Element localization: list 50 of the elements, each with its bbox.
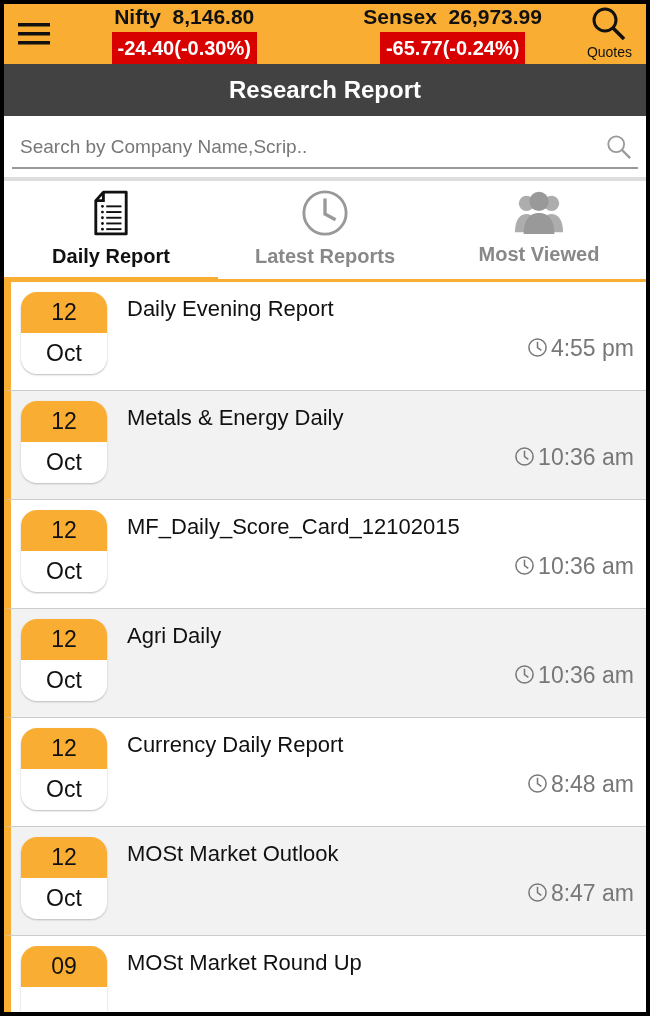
menu-button[interactable]: [18, 21, 50, 47]
report-title: MOSt Market Round Up: [127, 948, 363, 977]
date-day: 12: [21, 400, 107, 442]
report-time: 4:55 pm: [550, 333, 634, 363]
index-value: Sensex 26,973.99: [363, 4, 542, 30]
date-day: 12: [21, 836, 107, 878]
document-icon: [92, 188, 130, 237]
report-row[interactable]: 12 Oct Agri Daily 10:36 am: [4, 608, 646, 718]
report-title: MF_Daily_Score_Card_12102015: [127, 512, 461, 541]
clock-icon: [514, 555, 536, 577]
date-month: Oct: [45, 774, 83, 804]
report-row[interactable]: 09 MOSt Market Round Up: [4, 935, 646, 1012]
page-title: Research Report: [4, 64, 646, 117]
tab[interactable]: Latest Reports: [218, 180, 432, 282]
date-day: 12: [21, 291, 107, 333]
report-row[interactable]: 12 Oct Metals & Energy Daily 10:36 am: [4, 390, 646, 500]
report-time: 10:36 am: [538, 442, 634, 472]
index-change: -65.77(-0.24%): [379, 32, 526, 65]
date-day: 09: [21, 945, 107, 987]
report-time: 8:47 am: [550, 878, 634, 908]
search-icon: [606, 134, 632, 161]
report-title: Agri Daily: [127, 621, 223, 650]
index-change: -24.40(-0.30%): [111, 32, 257, 65]
date-month: Oct: [45, 883, 83, 913]
quotes-button[interactable]: Quotes: [586, 5, 632, 63]
clock-icon: [526, 773, 548, 795]
clock-icon: [301, 188, 349, 237]
tab[interactable]: Most Viewed: [432, 180, 646, 282]
report-time: 8:48 am: [550, 769, 634, 799]
report-row[interactable]: 12 Oct MOSt Market Outlook 8:47 am: [4, 826, 646, 936]
tab[interactable]: Daily Report: [4, 180, 218, 282]
date-day: 12: [21, 618, 107, 660]
report-title: Currency Daily Report: [127, 730, 345, 759]
date-month: Oct: [45, 556, 83, 586]
date-day: 12: [21, 727, 107, 769]
report-time: 10:36 am: [538, 551, 634, 581]
report-time: 10:36 am: [538, 660, 634, 690]
date-day: 12: [21, 509, 107, 551]
date-month: Oct: [45, 338, 83, 368]
index-value: Nifty 8,146.80: [114, 4, 255, 30]
clock-icon: [514, 446, 536, 468]
date-month: Oct: [45, 447, 83, 477]
clock-icon: [514, 664, 536, 686]
report-title: MOSt Market Outlook: [127, 839, 340, 868]
report-title: Metals & Energy Daily: [127, 403, 345, 432]
report-title: Daily Evening Report: [127, 294, 335, 323]
clock-icon: [526, 882, 548, 904]
clock-icon: [526, 337, 548, 359]
date-month: Oct: [45, 665, 83, 695]
search-field[interactable]: Search by Company Name,Scrip..: [18, 132, 606, 163]
